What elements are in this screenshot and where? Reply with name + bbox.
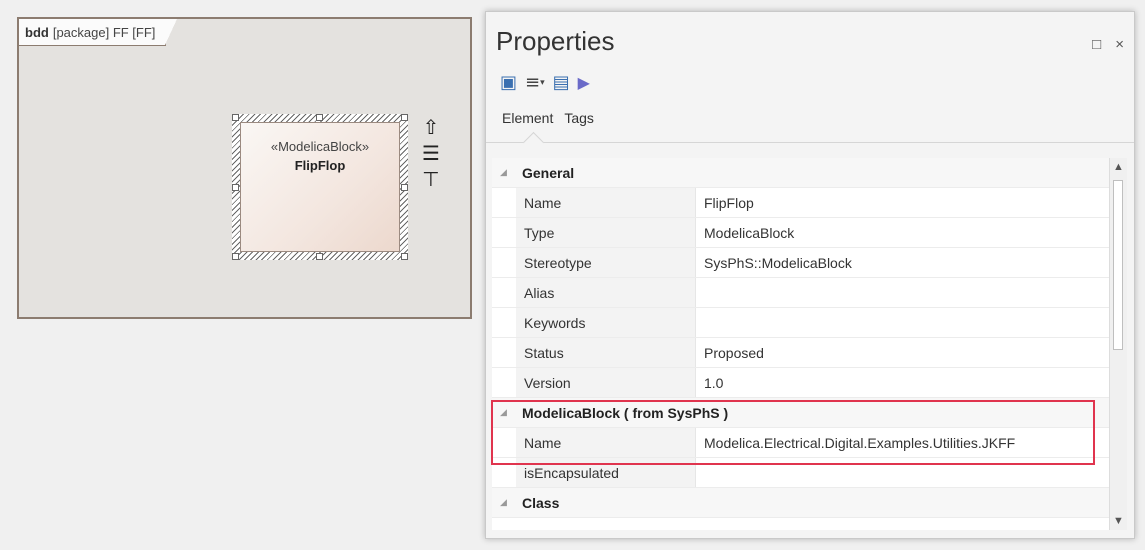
scroll-down-icon[interactable]: ▼: [1110, 512, 1127, 530]
property-key: Alias: [516, 278, 696, 307]
resize-handle[interactable]: [232, 114, 239, 121]
save-icon[interactable]: ▣: [500, 72, 517, 94]
property-row[interactable]: Alias: [492, 278, 1109, 308]
resize-handle[interactable]: [232, 253, 239, 260]
vertical-scrollbar[interactable]: ▲ ▼: [1109, 158, 1127, 530]
block-selection[interactable]: «ModelicaBlock» FlipFlop: [232, 114, 408, 260]
category-row-modelicablock[interactable]: ◢ ModelicaBlock ( from SysPhS ): [492, 398, 1109, 428]
menu-icon[interactable]: ≡▾: [525, 72, 545, 94]
property-grid: ◢ General Name FlipFlop Type ModelicaBlo…: [492, 158, 1109, 530]
scroll-thumb[interactable]: [1113, 180, 1123, 350]
scroll-up-icon[interactable]: ▲: [1110, 158, 1127, 176]
property-key: Version: [516, 368, 696, 397]
property-row[interactable]: Stereotype SysPhS::ModelicaBlock: [492, 248, 1109, 278]
category-label: General: [522, 164, 575, 181]
toolbar: ▣ ≡▾ ▤ ▶: [500, 72, 590, 94]
property-row[interactable]: Name FlipFlop: [492, 188, 1109, 218]
arrow-up-icon[interactable]: ⇧: [421, 114, 441, 140]
property-key: Keywords: [516, 308, 696, 337]
property-key: isEncapsulated: [516, 458, 696, 487]
diagram-frame-label: bdd [package] FF [FF]: [19, 19, 178, 46]
property-key: Stereotype: [516, 248, 696, 277]
property-value[interactable]: FlipFlop: [704, 195, 754, 211]
frame-kind: bdd: [25, 24, 49, 40]
property-value[interactable]: ModelicaBlock: [704, 225, 794, 241]
tab-tags[interactable]: Tags: [564, 110, 594, 126]
property-key: Name: [516, 188, 696, 217]
quick-link-icons: ⇧ ☰ ⊤: [421, 114, 441, 192]
property-row[interactable]: Keywords: [492, 308, 1109, 338]
play-icon[interactable]: ▶: [578, 72, 590, 94]
tab-element[interactable]: Element: [502, 110, 553, 126]
frame-name: [package] FF [FF]: [52, 24, 156, 40]
property-row[interactable]: Name Modelica.Electrical.Digital.Example…: [492, 428, 1109, 458]
modelica-block-element[interactable]: «ModelicaBlock» FlipFlop: [240, 122, 400, 252]
resize-handle[interactable]: [316, 114, 323, 121]
property-key: Status: [516, 338, 696, 367]
diagram-canvas[interactable]: bdd [package] FF [FF] «ModelicaBlock» Fl…: [17, 17, 472, 319]
resize-handle[interactable]: [316, 253, 323, 260]
collapse-icon[interactable]: ◢: [500, 167, 507, 178]
property-value[interactable]: Proposed: [704, 345, 764, 361]
resize-handle[interactable]: [401, 114, 408, 121]
collapse-icon[interactable]: ◢: [500, 497, 507, 508]
maximize-icon[interactable]: □: [1092, 36, 1101, 53]
property-value[interactable]: 1.0: [704, 375, 723, 391]
property-key: Name: [516, 428, 696, 457]
block-name: FlipFlop: [294, 158, 346, 173]
tab-bar: Element Tags: [502, 110, 594, 126]
resize-handle[interactable]: [401, 253, 408, 260]
category-row-general[interactable]: ◢ General: [492, 158, 1109, 188]
block-stereotype: «ModelicaBlock»: [270, 139, 370, 154]
image-icon[interactable]: ▤: [553, 72, 570, 94]
property-value[interactable]: Modelica.Electrical.Digital.Examples.Uti…: [704, 435, 1015, 451]
collapse-icon[interactable]: ◢: [500, 407, 507, 418]
tab-divider: [486, 142, 1134, 143]
property-value[interactable]: SysPhS::ModelicaBlock: [704, 255, 852, 271]
port-icon[interactable]: ⊤: [421, 166, 441, 192]
property-key: Type: [516, 218, 696, 247]
resize-handle[interactable]: [232, 184, 239, 191]
resize-handle[interactable]: [401, 184, 408, 191]
property-row[interactable]: Version 1.0: [492, 368, 1109, 398]
property-row[interactable]: isEncapsulated: [492, 458, 1109, 488]
category-label: Class: [522, 494, 560, 511]
window-controls: □ ×: [1092, 36, 1124, 53]
property-row[interactable]: Type ModelicaBlock: [492, 218, 1109, 248]
property-row[interactable]: Status Proposed: [492, 338, 1109, 368]
category-label: ModelicaBlock ( from SysPhS ): [522, 404, 729, 421]
category-row-class[interactable]: ◢ Class: [492, 488, 1109, 518]
panel-title: Properties: [496, 26, 615, 56]
active-tab-indicator: [522, 131, 545, 154]
list-icon[interactable]: ☰: [421, 140, 441, 166]
close-icon[interactable]: ×: [1115, 36, 1124, 53]
properties-panel: Properties □ × ▣ ≡▾ ▤ ▶ Element Tags ◢ G…: [485, 11, 1135, 539]
